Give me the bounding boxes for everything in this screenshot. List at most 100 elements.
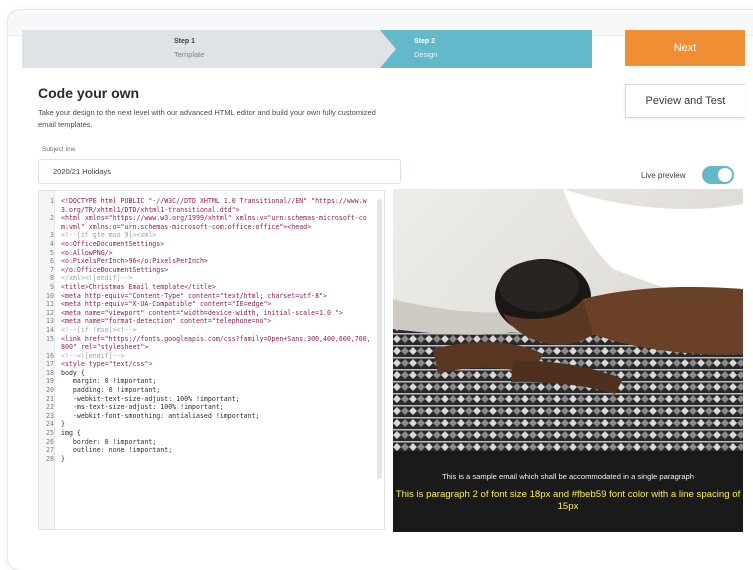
code-line[interactable]: 25 img { [39, 429, 374, 438]
line-number: 22 [46, 403, 54, 412]
code-text: </o:OfficeDocumentSettings> [61, 265, 169, 274]
preview-caption-line-1: This is a sample email which shall be ac… [442, 472, 694, 481]
page-title: Code your own [38, 85, 140, 101]
code-text: border: 0 !important; [61, 437, 157, 446]
step-1-title: Step 1 [174, 38, 196, 45]
line-number: 11 [46, 300, 54, 309]
line-number: 5 [50, 248, 54, 257]
code-text: <meta name="viewport" content="width=dev… [61, 308, 343, 317]
page-description: Take your design to the next level with … [38, 108, 376, 129]
code-line[interactable]: 17 <style type="text/css"> [39, 360, 374, 369]
code-line[interactable]: 11 <meta http-equiv="X-UA-Compatible" con… [39, 300, 374, 309]
step-2-subtitle: Design [414, 50, 438, 59]
code-text: <html xmlns="https://www.w3.org/1999/xht… [61, 214, 367, 231]
code-text: } [61, 420, 65, 429]
code-text: <!--[if !mso]><!--> [61, 325, 137, 334]
preview-caption: This is a sample email which shall be ac… [393, 451, 743, 532]
code-text: <!--<![endif]--> [61, 351, 125, 360]
line-number: 23 [46, 411, 54, 420]
code-line[interactable]: 3 <!--[if gte mso 9]><xml> [39, 231, 374, 240]
editor-scrollbar[interactable] [377, 199, 382, 479]
live-preview-pane: This is a sample email which shall be ac… [393, 189, 743, 532]
code-lines: 1 <!DOCTYPE html PUBLIC "-//W3C//DTD XHTM… [39, 197, 374, 463]
next-button[interactable]: Next [625, 30, 745, 66]
code-text: <meta name="format-detection" content="t… [61, 317, 272, 326]
code-line[interactable]: 4 <o:OfficeDocumentSettings> [39, 240, 374, 249]
code-line[interactable]: 20 padding: 0 !important; [39, 386, 374, 395]
code-text: } [61, 454, 65, 463]
html-code-editor[interactable]: 1 <!DOCTYPE html PUBLIC "-//W3C//DTD XHTM… [38, 190, 385, 530]
code-line[interactable]: 13 <meta name="format-detection" content=… [39, 317, 374, 326]
code-text: <!DOCTYPE html PUBLIC "-//W3C//DTD XHTML… [61, 197, 367, 214]
code-text: -ms-text-size-adjust: 100% !important; [61, 403, 224, 412]
subject-line-label: Subject line [42, 146, 76, 153]
line-number: 16 [46, 351, 54, 360]
line-number: 24 [46, 420, 54, 429]
code-line[interactable]: 8 </xml><![endif]--> [39, 274, 374, 283]
code-text: outline: none !important; [61, 446, 173, 455]
code-text: -webkit-font-smoothing: antialiased !imp… [61, 411, 260, 420]
code-text: <link href="https://fonts.googleapis.com… [61, 334, 371, 352]
line-number: 7 [50, 265, 54, 274]
line-number: 3 [50, 231, 54, 240]
live-preview-label: Live preview [641, 171, 686, 180]
step-template[interactable]: Step 1 Template [22, 30, 408, 68]
code-text: <meta http-equiv="Content-Type" content=… [61, 291, 327, 300]
line-number: 18 [46, 368, 54, 377]
line-number: 9 [50, 282, 54, 291]
line-number: 15 [46, 334, 54, 343]
code-line[interactable]: 16 <!--<![endif]--> [39, 352, 374, 361]
code-line[interactable]: 6 <o:PixelsPerInch>96</o:PixelsPerInch> [39, 257, 374, 266]
code-text: <!--[if gte mso 9]><xml> [61, 231, 157, 240]
code-line[interactable]: 21 -webkit-text-size-adjust: 100% !impor… [39, 395, 374, 404]
code-text: <title>Christmas Email template</title> [61, 282, 216, 291]
code-text: <o:OfficeDocumentSettings> [61, 239, 165, 248]
code-line[interactable]: 1 <!DOCTYPE html PUBLIC "-//W3C//DTD XHTM… [39, 197, 374, 214]
code-line[interactable]: 14 <!--[if !mso]><!--> [39, 326, 374, 335]
code-line[interactable]: 2 <html xmlns="https://www.w3.org/1999/xh… [39, 214, 374, 231]
code-line[interactable]: 15 <link href="https://fonts.googleapis.c… [39, 335, 374, 352]
code-text: </xml><![endif]--> [61, 274, 133, 283]
line-number: 17 [46, 360, 54, 369]
preview-photo [393, 189, 743, 451]
code-line[interactable]: 24} [39, 420, 374, 429]
toggle-knob [718, 168, 732, 182]
line-number: 20 [46, 386, 54, 395]
code-line[interactable]: 7 </o:OfficeDocumentSettings> [39, 266, 374, 275]
line-number: 28 [46, 454, 54, 463]
code-line[interactable]: 27 outline: none !important; [39, 446, 374, 455]
line-number: 10 [46, 291, 54, 300]
line-number: 1 [50, 197, 54, 205]
code-text: -webkit-text-size-adjust: 100% !importan… [61, 394, 240, 403]
line-number: 14 [46, 325, 54, 334]
line-number: 4 [50, 239, 54, 248]
code-text: body { [61, 368, 85, 377]
line-number: 19 [46, 377, 54, 386]
code-line[interactable]: 9 <title>Christmas Email template</title> [39, 283, 374, 292]
preview-and-test-button[interactable]: Peview and Test [625, 84, 745, 118]
line-number: 25 [46, 429, 54, 438]
code-line[interactable]: 22 -ms-text-size-adjust: 100% !important… [39, 403, 374, 412]
live-preview-toggle[interactable] [702, 166, 734, 184]
code-line[interactable]: 10 <meta http-equiv="Content-Type" conten… [39, 292, 374, 301]
code-line[interactable]: 28} [39, 455, 374, 464]
line-number: 12 [46, 308, 54, 317]
code-line[interactable]: 5 <o:AllowPNG/> [39, 249, 374, 258]
line-number: 13 [46, 317, 54, 326]
code-line[interactable]: 23 -webkit-font-smoothing: antialiased !… [39, 412, 374, 421]
code-line[interactable]: 12 <meta name="viewport" content="width=d… [39, 309, 374, 318]
step-2-title: Step 2 [414, 38, 436, 45]
preview-caption-line-2: This is paragraph 2 of font size 18px an… [395, 489, 741, 512]
line-number: 6 [50, 257, 54, 266]
line-number: 26 [46, 437, 54, 446]
line-number: 8 [50, 274, 54, 283]
code-line[interactable]: 26 border: 0 !important; [39, 438, 374, 447]
code-text: padding: 0 !important; [61, 386, 161, 395]
code-line[interactable]: 18 body { [39, 369, 374, 378]
step-design[interactable]: Step 2 Design [380, 30, 592, 68]
code-line[interactable]: 19 margin: 0 !important; [39, 377, 374, 386]
step-1-subtitle: Template [174, 50, 205, 59]
subject-line-input[interactable] [38, 159, 401, 184]
code-text: <meta http-equiv="X-UA-Compatible" conte… [61, 300, 272, 309]
line-number: 2 [50, 214, 54, 223]
